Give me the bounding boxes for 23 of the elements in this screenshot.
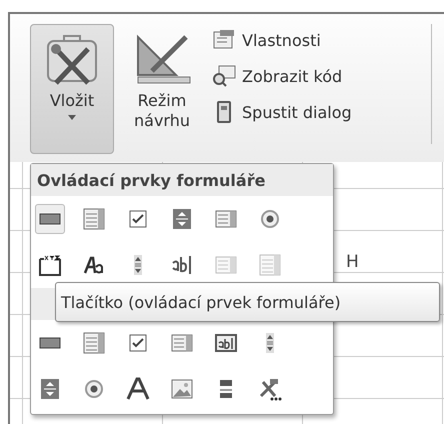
combo-box-icon: [258, 253, 282, 277]
ribbon-button[interactable]: Vložit: [30, 24, 114, 154]
letter-icon: [126, 377, 150, 401]
ribbon-button[interactable]: Vlastnosti: [210, 26, 354, 54]
option-button-icon: [258, 207, 282, 231]
tools-icon: [258, 377, 282, 401]
image-icon: [170, 377, 194, 401]
control-tool[interactable]: [35, 204, 65, 234]
combo-box-icon: [82, 331, 106, 355]
combo-box-icon: [82, 207, 106, 231]
ribbon-button[interactable]: Režim návrhu: [120, 24, 204, 154]
spin-button-icon: [38, 377, 62, 401]
section-header: Ovládací prvky formuláře: [31, 164, 333, 196]
ribbon-button[interactable]: Spustit dialog: [210, 98, 354, 126]
text-field-icon: [170, 253, 194, 277]
magnifier-document-icon: [212, 64, 236, 88]
column-header: H: [346, 252, 359, 272]
text-box-icon: [214, 331, 238, 355]
spin-button-icon: [170, 207, 194, 231]
ribbon-button[interactable]: Zobrazit kód: [210, 62, 354, 90]
group-box-icon: [38, 253, 62, 277]
option-button-icon: [82, 377, 106, 401]
tooltip: Tlačítko (ovládací prvek formuláře): [55, 282, 440, 322]
